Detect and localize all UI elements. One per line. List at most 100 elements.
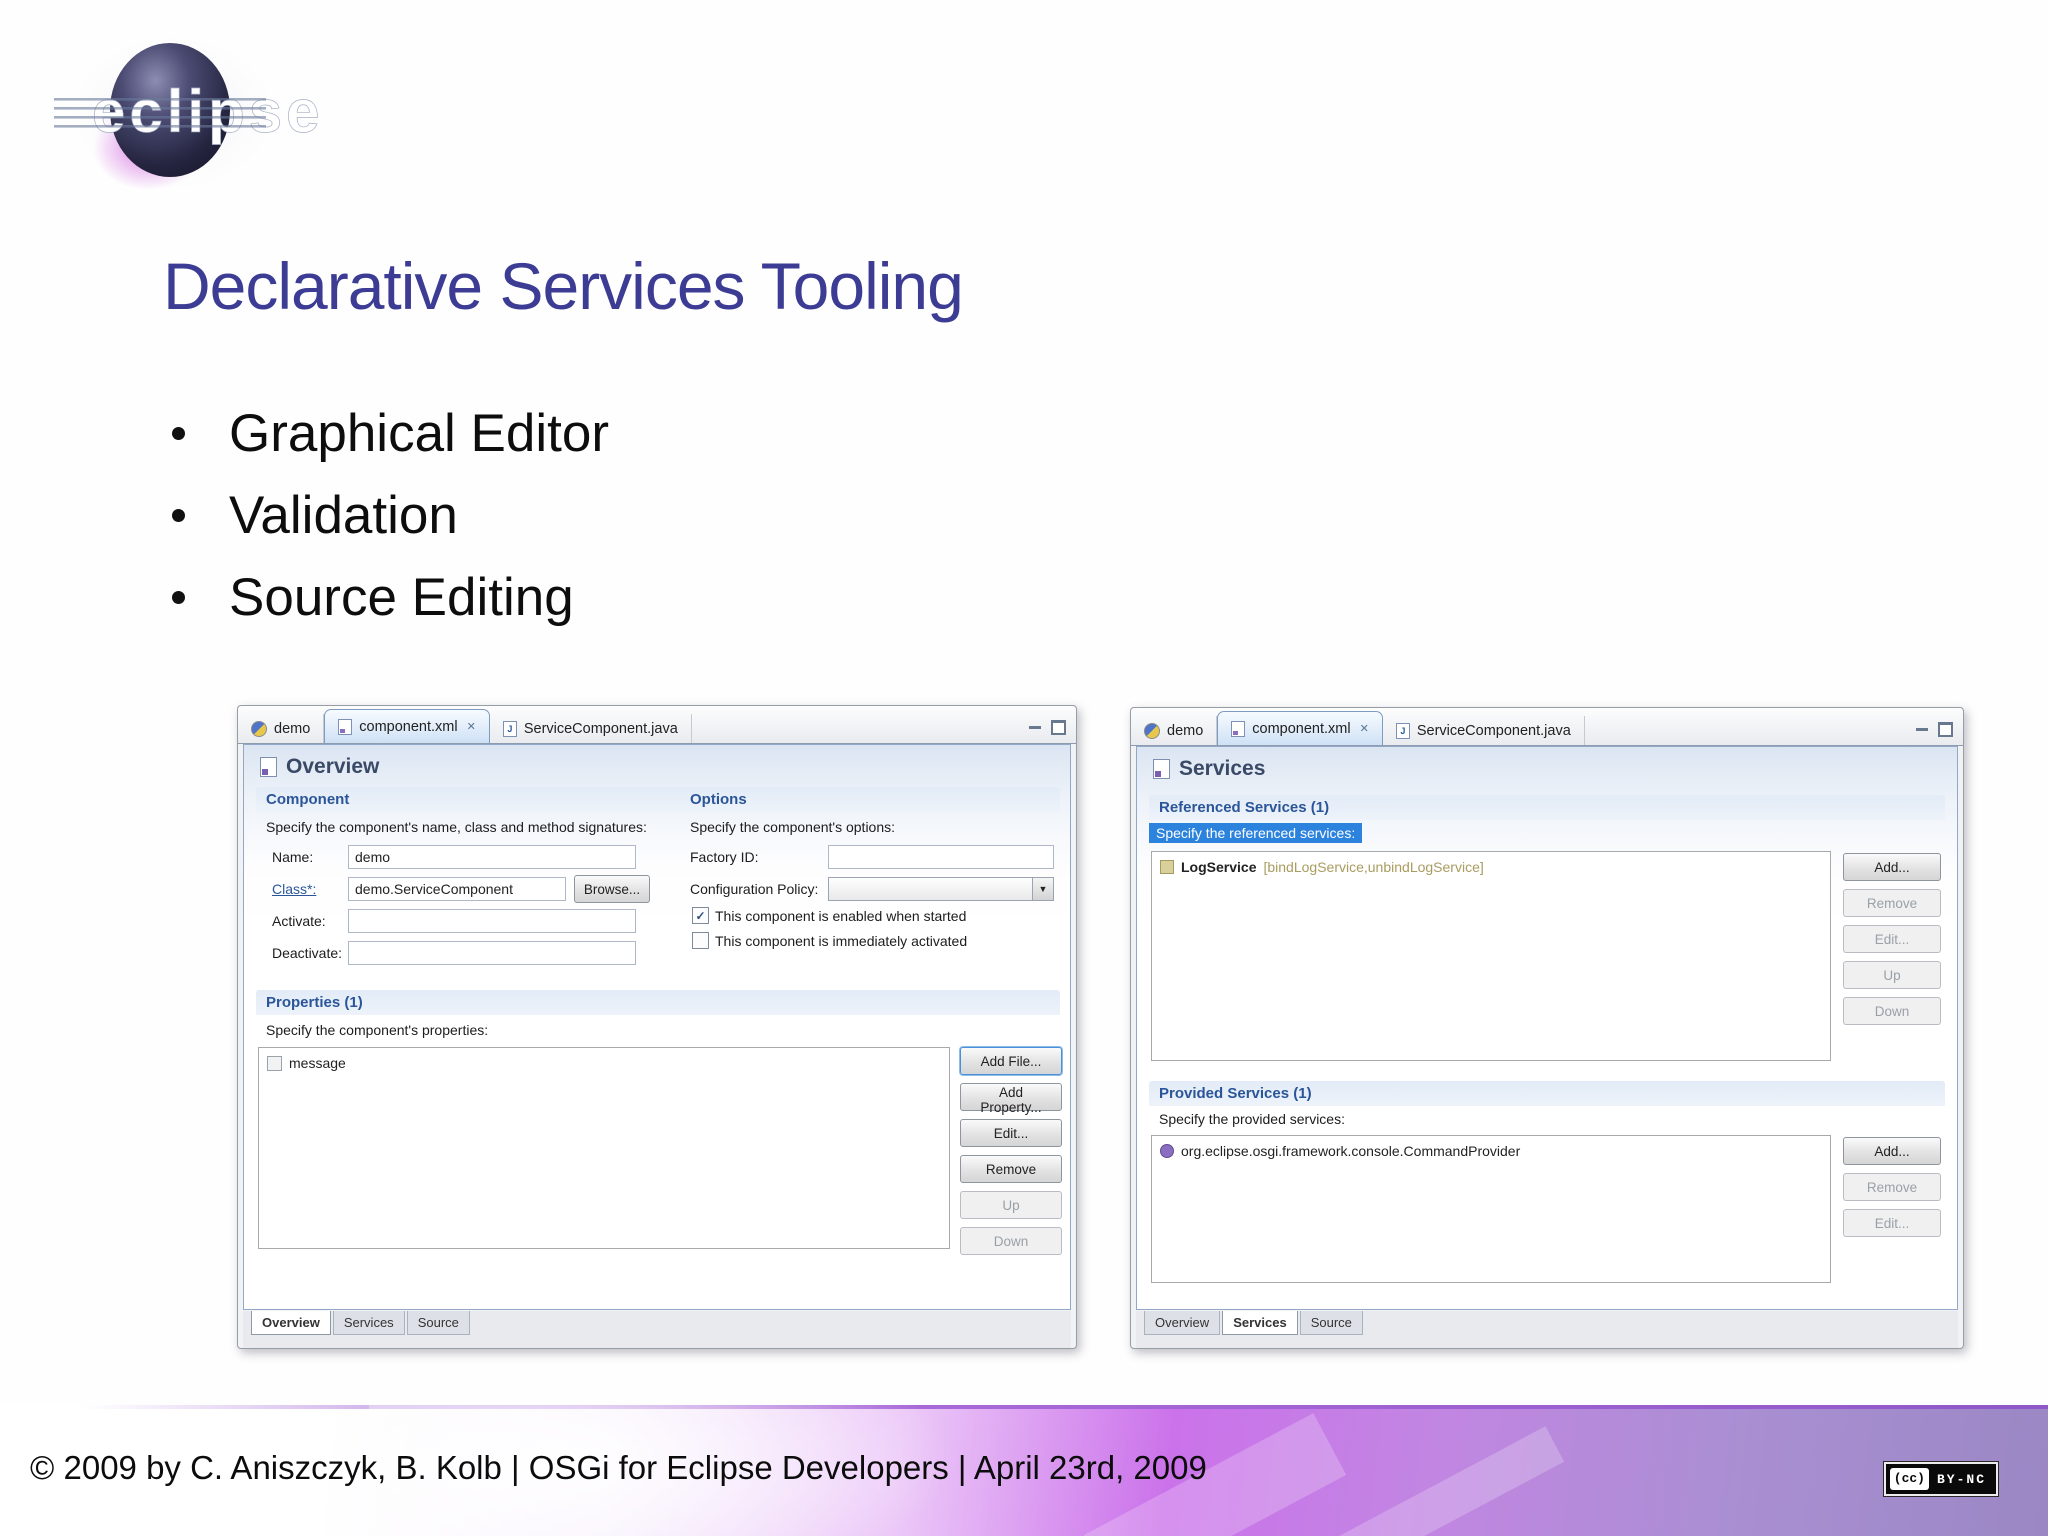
xml-file-icon bbox=[338, 718, 353, 735]
tab-component-xml[interactable]: component.xml ✕ bbox=[1217, 711, 1383, 745]
provided-services-header: Provided Services (1) bbox=[1149, 1081, 1945, 1106]
form-page-header: Overview bbox=[260, 755, 379, 779]
referenced-services-header: Referenced Services (1) bbox=[1149, 795, 1945, 820]
class-link[interactable]: Class*: bbox=[272, 881, 316, 897]
page-tab-source[interactable]: Source bbox=[406, 1311, 470, 1335]
bullet-dot-icon bbox=[172, 426, 185, 440]
class-input[interactable] bbox=[348, 877, 566, 901]
page-tab-services[interactable]: Services bbox=[1222, 1311, 1298, 1335]
list-item-logservice[interactable]: LogService [bindLogService,unbindLogServ… bbox=[1152, 852, 1830, 882]
footer-gradient-streak bbox=[1315, 1426, 1565, 1536]
close-icon[interactable]: ✕ bbox=[1360, 722, 1369, 735]
cc-license-label: BY-NC bbox=[1936, 1471, 1986, 1487]
enabled-checkbox[interactable]: ✓ bbox=[692, 907, 709, 924]
bullet-dot-icon bbox=[172, 590, 185, 604]
bullet-text: Source Editing bbox=[229, 567, 574, 627]
overview-editor-window: demo component.xml ✕ J ServiceComponent.… bbox=[237, 705, 1077, 1349]
maximize-icon[interactable] bbox=[1051, 720, 1066, 735]
tab-component-xml[interactable]: component.xml ✕ bbox=[324, 709, 490, 743]
page-tab-overview[interactable]: Overview bbox=[251, 1311, 331, 1335]
minimize-icon[interactable] bbox=[1029, 726, 1041, 729]
section-title: Properties (1) bbox=[266, 994, 363, 1011]
name-label: Name: bbox=[272, 849, 314, 865]
maximize-icon[interactable] bbox=[1938, 722, 1953, 737]
provided-services-list: org.eclipse.osgi.framework.console.Comma… bbox=[1151, 1135, 1831, 1283]
up-button[interactable]: Up bbox=[960, 1191, 1062, 1219]
browse-button[interactable]: Browse... bbox=[574, 875, 650, 903]
reference-icon bbox=[1160, 860, 1174, 874]
minimize-icon[interactable] bbox=[1916, 728, 1928, 731]
bullet-text: Graphical Editor bbox=[229, 403, 610, 463]
tab-demo[interactable]: demo bbox=[1131, 716, 1218, 745]
section-title: Referenced Services (1) bbox=[1159, 799, 1330, 816]
factory-id-input[interactable] bbox=[828, 845, 1054, 869]
provided-services-description: Specify the provided services: bbox=[1159, 1111, 1345, 1127]
add-file-button[interactable]: Add File... bbox=[960, 1047, 1062, 1075]
chevron-down-icon: ▼ bbox=[1032, 878, 1053, 900]
form-page-icon bbox=[260, 757, 277, 777]
service-name: org.eclipse.osgi.framework.console.Comma… bbox=[1181, 1143, 1521, 1159]
add-button[interactable]: Add... bbox=[1843, 1137, 1941, 1165]
tab-label: component.xml bbox=[359, 718, 458, 735]
add-button[interactable]: Add... bbox=[1843, 853, 1941, 881]
configuration-policy-select[interactable]: ▼ bbox=[828, 877, 1054, 901]
reference-name: LogService bbox=[1181, 859, 1257, 875]
edit-button[interactable]: Edit... bbox=[960, 1119, 1062, 1147]
window-controls bbox=[1916, 722, 1963, 745]
referenced-services-list: LogService [bindLogService,unbindLogServ… bbox=[1151, 851, 1831, 1061]
form-page-icon bbox=[1153, 759, 1170, 779]
page-tab-source[interactable]: Source bbox=[1299, 1311, 1363, 1335]
name-input[interactable] bbox=[348, 845, 636, 869]
section-title: Options bbox=[690, 791, 747, 808]
list-item: Source Editing bbox=[172, 566, 609, 628]
form-page-title: Services bbox=[1179, 757, 1266, 780]
plugin-icon bbox=[1144, 722, 1160, 739]
activate-input[interactable] bbox=[348, 909, 636, 933]
eclipse-logo-graphic: eclipse bbox=[53, 21, 323, 205]
referenced-services-description-selected: Specify the referenced services: bbox=[1149, 823, 1363, 843]
list-item-message[interactable]: message bbox=[259, 1048, 949, 1078]
tab-demo[interactable]: demo bbox=[238, 714, 325, 743]
editor-tabbar: demo component.xml ✕ J ServiceComponent.… bbox=[238, 706, 1076, 744]
down-button[interactable]: Down bbox=[1843, 997, 1941, 1025]
deactivate-input[interactable] bbox=[348, 941, 636, 965]
eclipse-logo-text: eclipse bbox=[92, 78, 323, 145]
remove-button[interactable]: Remove bbox=[1843, 889, 1941, 917]
page-tab-overview[interactable]: Overview bbox=[1144, 1311, 1221, 1335]
tab-label: ServiceComponent.java bbox=[1416, 722, 1571, 739]
remove-button[interactable]: Remove bbox=[960, 1155, 1062, 1183]
edit-button[interactable]: Edit... bbox=[1843, 1209, 1941, 1237]
check-icon: ✓ bbox=[695, 908, 706, 923]
java-file-icon: J bbox=[1395, 722, 1410, 739]
tab-servicecomponent-java[interactable]: J ServiceComponent.java bbox=[490, 714, 692, 743]
up-button[interactable]: Up bbox=[1843, 961, 1941, 989]
bullet-text: Validation bbox=[229, 485, 458, 545]
interface-icon bbox=[1160, 1144, 1174, 1158]
configuration-policy-label: Configuration Policy: bbox=[690, 881, 819, 897]
tab-servicecomponent-java[interactable]: J ServiceComponent.java bbox=[1383, 716, 1585, 745]
eclipse-logo: eclipse bbox=[48, 8, 358, 205]
form-page-header: Services bbox=[1153, 757, 1265, 781]
list-item-commandprovider[interactable]: org.eclipse.osgi.framework.console.Comma… bbox=[1152, 1136, 1830, 1166]
list-item: Graphical Editor bbox=[172, 402, 609, 464]
edit-button[interactable]: Edit... bbox=[1843, 925, 1941, 953]
close-icon[interactable]: ✕ bbox=[467, 720, 476, 733]
plugin-icon bbox=[251, 720, 267, 737]
bullet-list: Graphical Editor Validation Source Editi… bbox=[172, 402, 609, 648]
page-tab-services[interactable]: Services bbox=[332, 1311, 405, 1335]
add-property-button[interactable]: Add Property... bbox=[960, 1083, 1062, 1115]
activate-label: Activate: bbox=[272, 913, 326, 929]
footer-band: © 2009 by C. Aniszczyk, B. Kolb | OSGi f… bbox=[0, 1405, 2048, 1536]
activated-checkbox[interactable] bbox=[692, 932, 709, 949]
property-checkbox-icon bbox=[267, 1055, 282, 1071]
list-item: Validation bbox=[172, 484, 609, 546]
footer-credit: © 2009 by C. Aniszczyk, B. Kolb | OSGi f… bbox=[30, 1449, 1207, 1486]
creative-commons-icon: (cc) bbox=[1889, 1468, 1929, 1490]
down-button[interactable]: Down bbox=[960, 1227, 1062, 1255]
tab-label: demo bbox=[274, 720, 311, 737]
bullet-dot-icon bbox=[172, 508, 185, 522]
properties-section-header: Properties (1) bbox=[256, 990, 1060, 1015]
remove-button[interactable]: Remove bbox=[1843, 1173, 1941, 1201]
factory-id-label: Factory ID: bbox=[690, 849, 759, 865]
properties-list: message bbox=[258, 1047, 950, 1249]
